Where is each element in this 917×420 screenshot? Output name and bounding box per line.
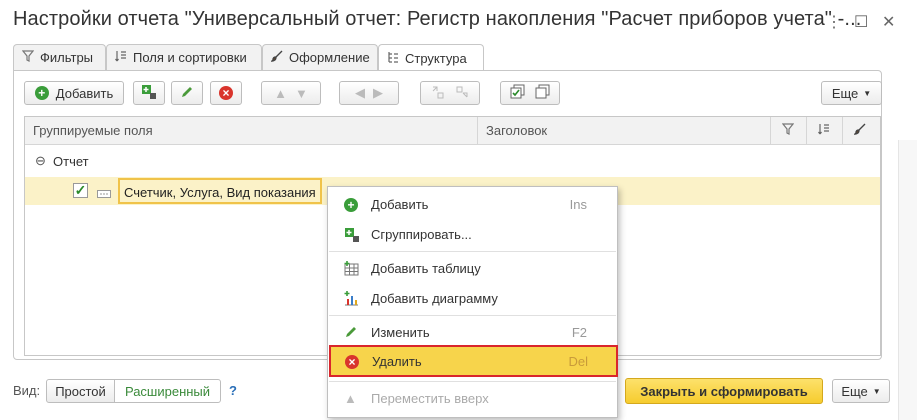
edit-button[interactable] bbox=[171, 81, 203, 105]
level-down-icon bbox=[455, 85, 469, 102]
filter-icon bbox=[781, 123, 795, 138]
uncheck-all-icon bbox=[535, 84, 550, 102]
tab-appearance[interactable]: Оформление bbox=[262, 44, 378, 70]
tab-structure[interactable]: Структура bbox=[378, 44, 484, 71]
delete-button[interactable]: × bbox=[210, 81, 242, 105]
filter-icon bbox=[21, 50, 35, 65]
arrow-down-icon: ▼ bbox=[295, 85, 308, 101]
sort-icon bbox=[818, 123, 830, 138]
arrow-up-icon: ▲ bbox=[274, 85, 287, 101]
arrow-right-icon: ▶ bbox=[373, 85, 383, 100]
more-button[interactable]: Еще ▼ bbox=[821, 81, 882, 105]
structure-icon bbox=[387, 51, 399, 66]
move-left-right-buttons[interactable]: ◀ ▶ bbox=[339, 81, 399, 105]
level-buttons[interactable] bbox=[420, 81, 480, 105]
help-link[interactable]: ? bbox=[229, 383, 237, 398]
check-buttons[interactable] bbox=[500, 81, 560, 105]
check-all-icon bbox=[510, 84, 525, 102]
window-title: Настройки отчета "Универсальный отчет: Р… bbox=[13, 8, 862, 30]
tab-fields-sorting[interactable]: Поля и сортировки bbox=[106, 44, 262, 70]
chart-icon bbox=[344, 291, 359, 306]
brush-icon bbox=[853, 123, 866, 138]
column-title[interactable]: Заголовок bbox=[478, 117, 771, 145]
menu-item-add-table[interactable]: Добавить таблицу bbox=[328, 254, 617, 282]
add-icon: + bbox=[34, 86, 49, 100]
column-sort[interactable] bbox=[807, 117, 843, 145]
row-checkbox[interactable]: ✓ bbox=[73, 183, 88, 198]
maximize-icon[interactable]: ☐ bbox=[854, 12, 868, 32]
sort-icon bbox=[115, 50, 127, 65]
more-actions-icon[interactable]: ⋮ bbox=[826, 12, 842, 32]
menu-separator bbox=[329, 315, 616, 316]
chevron-down-icon: ▼ bbox=[872, 386, 881, 396]
background-scrollbar bbox=[898, 140, 917, 420]
close-and-build-button[interactable]: Закрыть и сформировать bbox=[625, 378, 823, 404]
menu-item-group[interactable]: Сгруппировать... bbox=[328, 220, 617, 248]
menu-separator bbox=[329, 381, 616, 382]
grid-header: Группируемые поля Заголовок bbox=[25, 117, 880, 145]
view-simple-button[interactable]: Простой bbox=[46, 379, 115, 403]
group-icon bbox=[141, 84, 157, 103]
menu-item-add-chart[interactable]: Добавить диаграмму bbox=[328, 284, 617, 312]
column-appearance[interactable] bbox=[843, 117, 880, 145]
brush-icon bbox=[270, 50, 283, 65]
grouping-fields-cell[interactable]: Счетчик, Услуга, Вид показания bbox=[118, 178, 322, 204]
menu-item-delete[interactable]: × Удалить Del bbox=[329, 345, 618, 377]
view-extended-button[interactable]: Расширенный bbox=[114, 379, 221, 403]
tab-label: Структура bbox=[405, 50, 467, 66]
arrow-left-icon: ◀ bbox=[355, 85, 365, 100]
grouping-icon bbox=[97, 186, 111, 201]
delete-icon: × bbox=[219, 86, 233, 100]
table-icon bbox=[344, 261, 359, 276]
group-icon bbox=[344, 227, 359, 242]
move-up-down-buttons[interactable]: ▲ ▼ bbox=[261, 81, 321, 105]
menu-item-edit[interactable]: Изменить F2 bbox=[328, 318, 617, 346]
edit-icon bbox=[344, 325, 359, 340]
menu-item-add[interactable]: + Добавить Ins bbox=[328, 190, 617, 218]
tree-root-report[interactable]: Отчет bbox=[53, 154, 89, 169]
add-button[interactable]: + Добавить bbox=[24, 81, 124, 105]
arrow-up-icon: ▲ bbox=[344, 391, 357, 406]
level-up-icon bbox=[431, 85, 445, 102]
column-grouped-fields[interactable]: Группируемые поля bbox=[25, 117, 478, 145]
tree-collapse-icon[interactable]: ⊖ bbox=[35, 153, 46, 169]
menu-item-move-up[interactable]: ▲ Переместить вверх bbox=[328, 384, 617, 412]
context-menu: + Добавить Ins Сгруппировать... Добавить… bbox=[327, 186, 618, 418]
close-icon[interactable]: ✕ bbox=[882, 12, 895, 32]
tab-label: Фильтры bbox=[40, 50, 94, 65]
menu-separator bbox=[329, 251, 616, 252]
view-label: Вид: bbox=[13, 383, 41, 398]
add-icon: + bbox=[344, 197, 359, 212]
tab-filters[interactable]: Фильтры bbox=[13, 44, 106, 70]
edit-icon bbox=[180, 85, 194, 102]
group-button[interactable] bbox=[133, 81, 165, 105]
delete-icon: × bbox=[345, 354, 360, 369]
chevron-down-icon: ▼ bbox=[863, 88, 872, 98]
tab-label: Поля и сортировки bbox=[133, 50, 247, 65]
footer-more-button[interactable]: Еще ▼ bbox=[832, 379, 890, 403]
column-filter[interactable] bbox=[771, 117, 807, 145]
tab-label: Оформление bbox=[289, 50, 370, 65]
